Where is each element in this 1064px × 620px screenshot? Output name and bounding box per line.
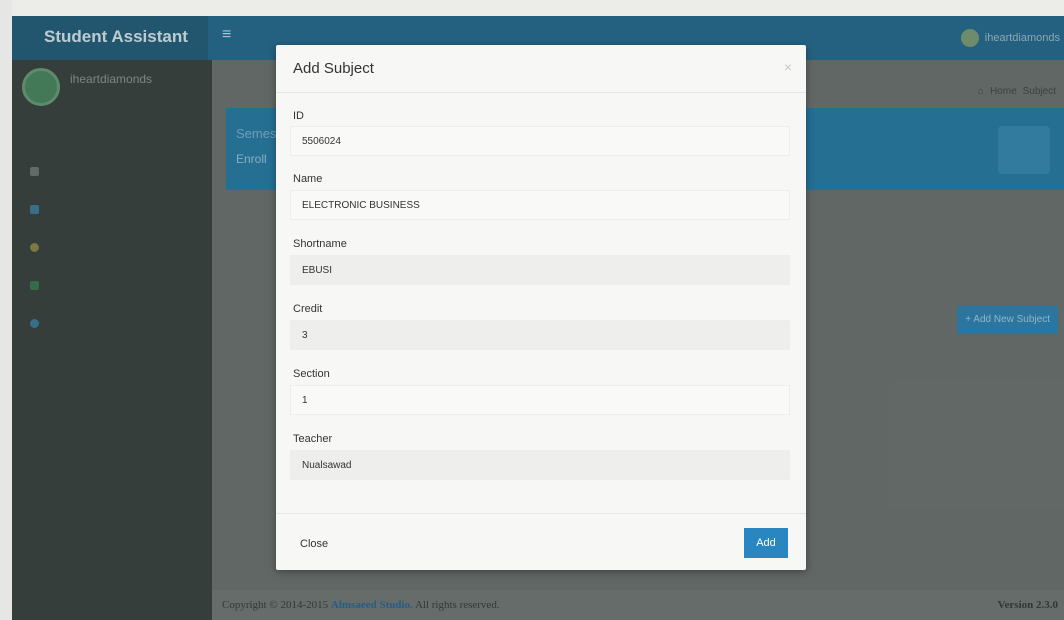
close-button[interactable]: Close — [290, 530, 338, 558]
modal-header: Add Subject × — [276, 45, 806, 93]
photo-frame-top — [0, 0, 1064, 16]
modal-title: Add Subject — [293, 60, 374, 77]
teacher-label: Teacher — [293, 433, 333, 445]
add-button[interactable]: Add — [744, 528, 788, 558]
teacher-field[interactable] — [290, 450, 790, 480]
id-label: ID — [293, 110, 304, 122]
name-label: Name — [293, 173, 323, 185]
name-field[interactable] — [290, 190, 790, 220]
shortname-field[interactable] — [290, 255, 790, 285]
credit-label: Credit — [293, 303, 323, 315]
close-icon[interactable]: × — [784, 59, 792, 75]
section-label: Section — [293, 368, 330, 380]
id-field[interactable] — [290, 126, 790, 156]
photo-frame-left — [0, 0, 12, 620]
add-subject-modal: Add Subject × ID Name Shortname Credit S… — [276, 45, 806, 570]
shortname-label: Shortname — [293, 238, 347, 250]
section-field[interactable] — [290, 385, 790, 415]
modal-footer: Close Add — [276, 513, 806, 570]
credit-field[interactable] — [290, 320, 790, 350]
